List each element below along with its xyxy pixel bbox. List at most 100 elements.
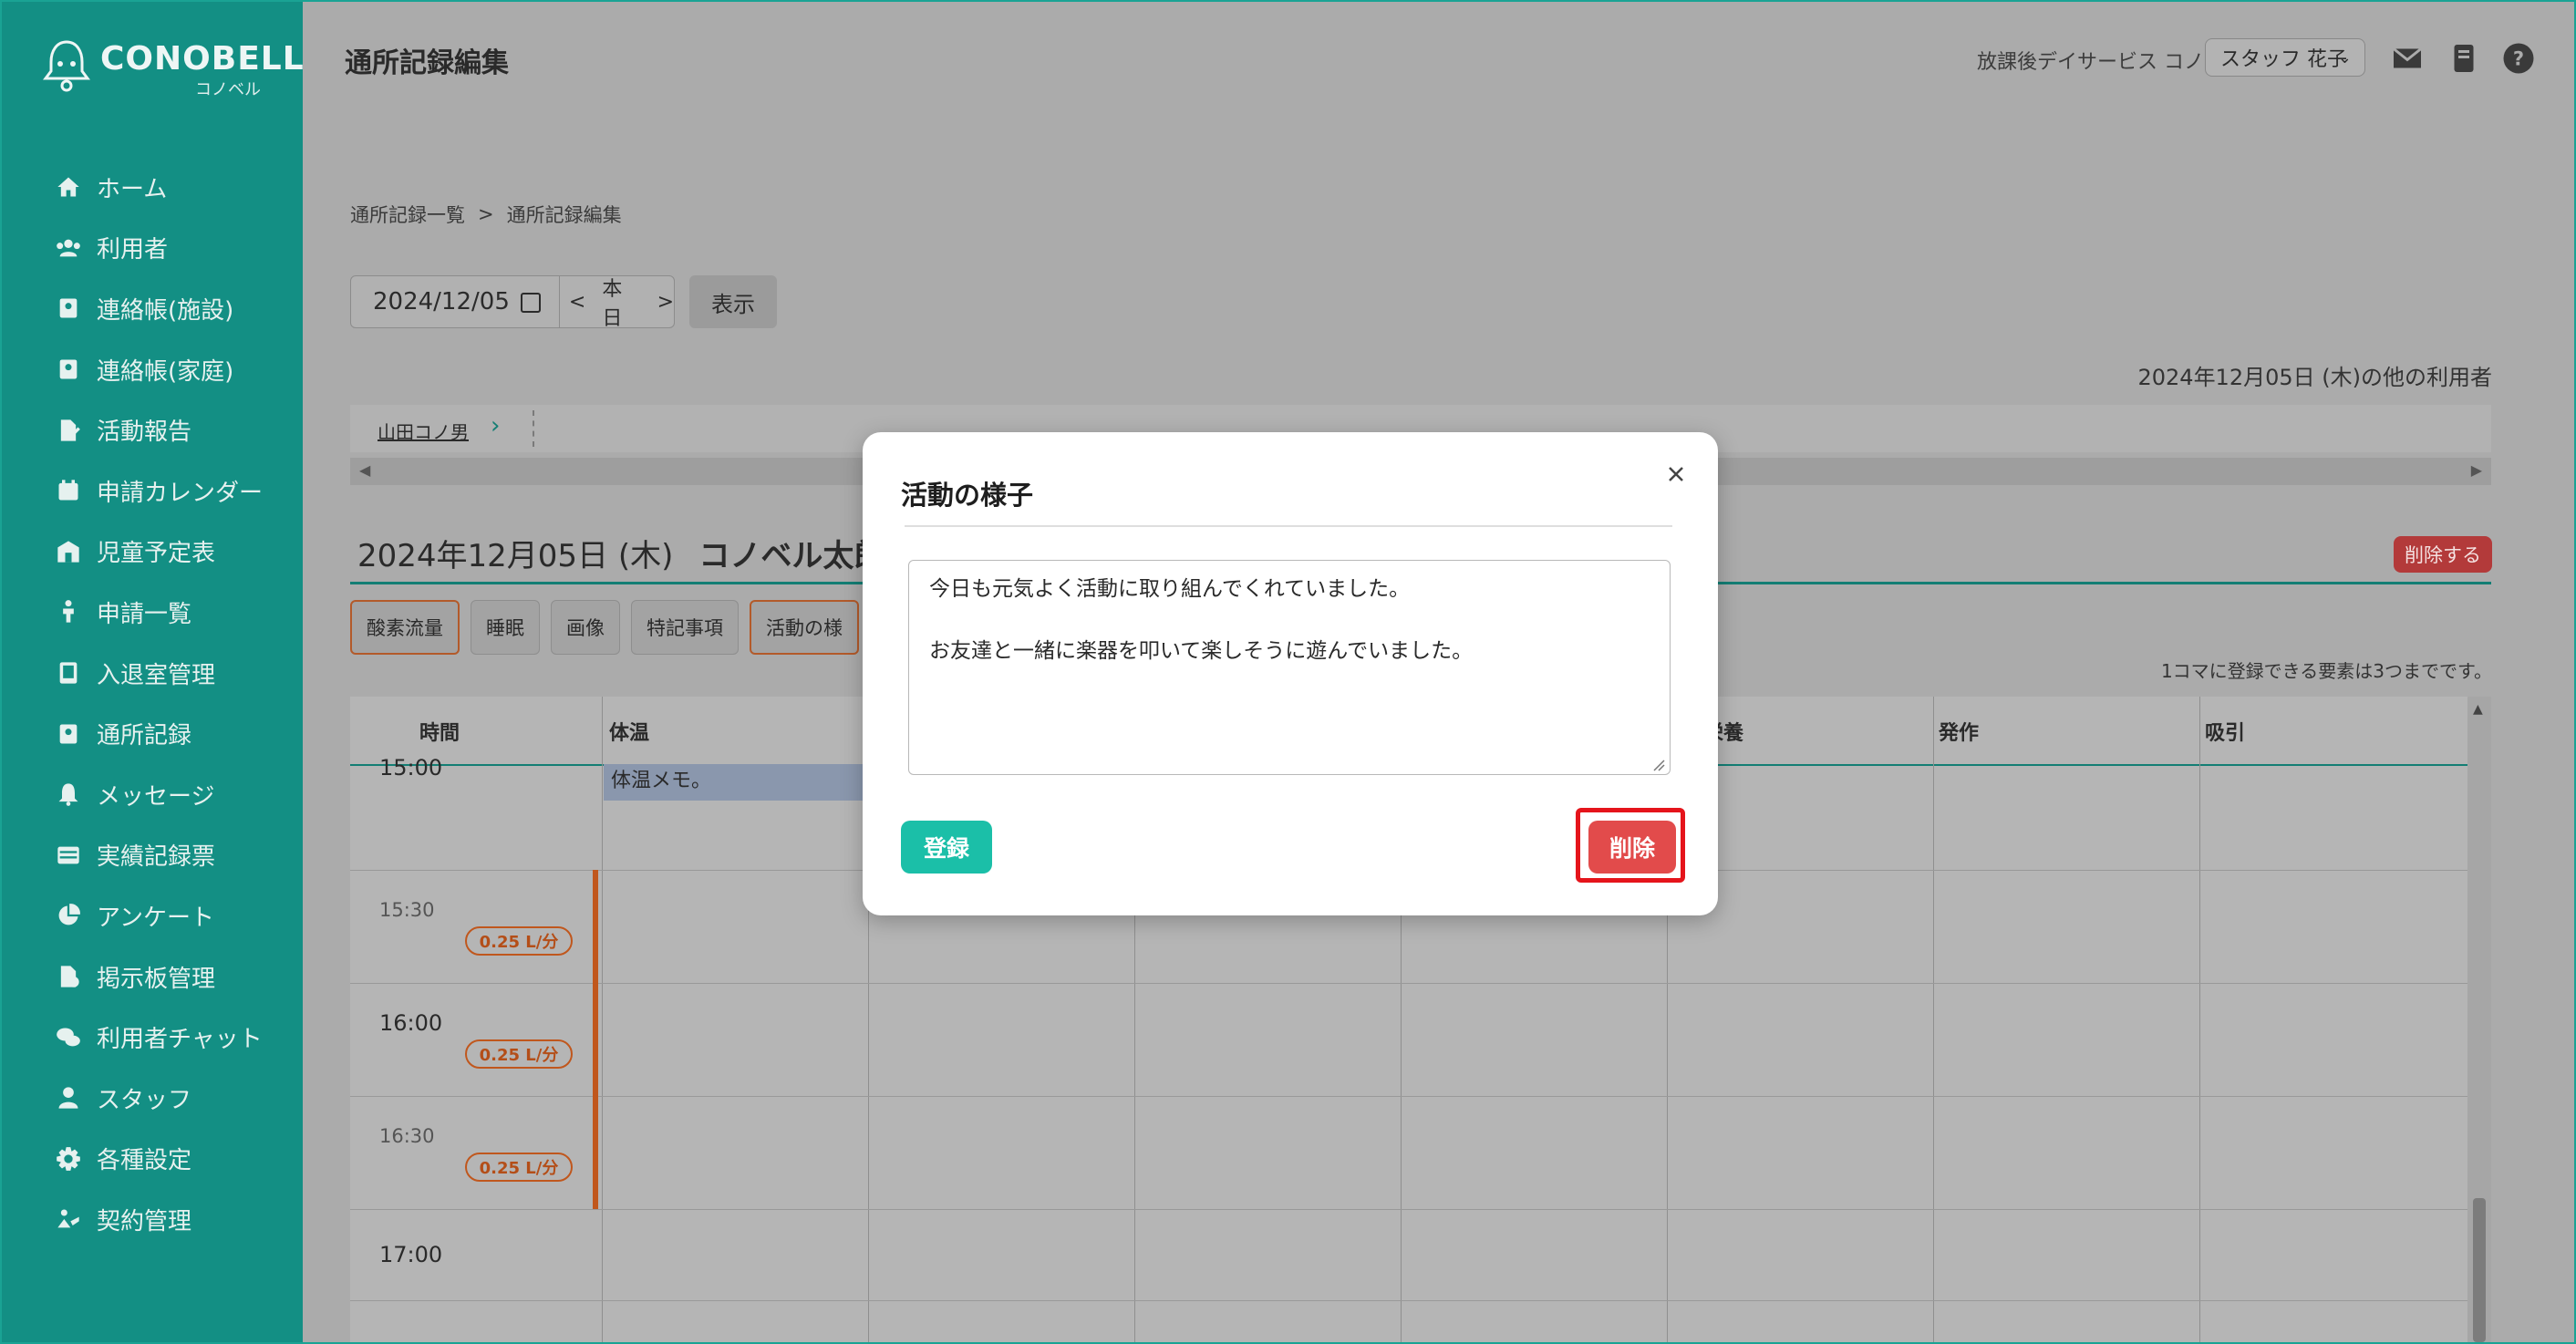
date-nav: < 本日 > [560,273,674,331]
schedule-icon [55,538,82,565]
sidebar-item-request-calendar[interactable]: 申請カレンダー [55,460,263,522]
sidebar-item-label: 通所記録 [97,722,192,750]
oxygen-flow-badge[interactable]: 0.25 L/分 [465,1153,573,1182]
show-button[interactable]: 表示 [689,275,777,328]
vertical-scrollbar[interactable]: ▲ [2467,697,2491,1342]
calendar-icon [55,477,82,504]
sidebar-item-performance-sheet[interactable]: 実績記録票 [55,825,263,886]
sidebar-item-entry-exit[interactable]: 入退室管理 [55,643,263,704]
tab-sleep[interactable]: 睡眠 [471,600,540,655]
sidebar-item-label: 児童予定表 [97,540,216,568]
pie-chart-icon [55,902,82,929]
date-value: 2024/12/05 [373,288,510,315]
sidebar-item-label: 掲示板管理 [97,965,216,993]
column-line [602,697,603,1342]
sidebar-item-request-list[interactable]: 申請一覧 [55,582,263,643]
scroll-right-icon[interactable]: ▶ [2471,461,2482,479]
sidebar: CONOBELL コノベル ホーム 利用者 連絡帳(施設) 連絡帳(家庭) 活動… [2,2,304,1342]
staff-select[interactable]: スタッフ 花子 ⌄ [2205,38,2365,77]
sidebar-item-label: 活動報告 [97,419,192,447]
help-icon[interactable]: ? [2502,42,2535,75]
row-line [350,1096,2467,1097]
calendar-icon[interactable] [520,293,541,313]
chevron-right-icon[interactable]: › [491,412,500,439]
activity-modal: 活動の様子 今日も元気よく活動に取り組んでくれていました。 お友達と一緒に楽器を… [863,432,1718,915]
sidebar-item-staff[interactable]: スタッフ [55,1068,263,1129]
prev-day-button[interactable]: < [569,291,585,314]
sidebar-item-bulletin-board[interactable]: 掲示板管理 [55,946,263,1008]
time-label: 17:00 [379,1242,443,1267]
sidebar-item-label: アンケート [97,904,214,932]
tab-image[interactable]: 画像 [551,600,620,655]
sidebar-item-activity-report[interactable]: 活動報告 [55,399,263,460]
sidebar-item-user-chat[interactable]: 利用者チャット [55,1007,263,1068]
breadcrumb-parent[interactable]: 通所記録一覧 [350,201,465,228]
brand-name: CONOBELL [100,40,305,78]
logo[interactable]: CONOBELL コノベル [40,35,304,99]
sidebar-item-label: 実績記録票 [97,843,216,872]
contact-book-icon [55,295,82,322]
row-line [350,983,2467,984]
item-tabs: 酸素流量 睡眠 画像 特記事項 活動の様 [350,600,859,655]
resize-handle-icon[interactable] [1652,759,1665,771]
sidebar-item-label: 連絡帳(施設) [97,296,234,325]
today-button[interactable]: 本日 [602,273,640,331]
oxygen-flow-badge[interactable]: 0.25 L/分 [465,926,573,956]
scroll-up-icon[interactable]: ▲ [2473,702,2483,717]
date-input[interactable]: 2024/12/05 [351,276,560,327]
bell-logo-icon [43,40,90,92]
chat-icon [55,1024,82,1051]
sidebar-item-label: 各種設定 [97,1147,192,1175]
board-icon [55,963,82,990]
record-user: コノベル太郎 [698,538,885,574]
tab-oxygen[interactable]: 酸素流量 [350,600,460,655]
sidebar-item-contact-home[interactable]: 連絡帳(家庭) [55,339,263,400]
brand-sub: コノベル [195,80,261,99]
row-line [350,1300,2467,1301]
sidebar-item-label: 利用者 [97,236,169,264]
delete-button[interactable]: 削除 [1588,821,1676,874]
register-button[interactable]: 登録 [901,821,992,874]
sidebar-item-home[interactable]: ホーム [55,157,263,218]
next-day-button[interactable]: > [657,291,674,314]
temperature-memo[interactable]: 体温メモ。 [604,764,864,801]
sidebar-item-settings[interactable]: 各種設定 [55,1129,263,1190]
oxygen-bar [593,983,598,1096]
sidebar-item-child-schedule[interactable]: 児童予定表 [55,522,263,583]
header-seizure: 発作 [1939,722,1980,745]
tab-special-notes[interactable]: 特記事項 [631,600,739,655]
sidebar-item-attendance-record[interactable]: 通所記録 [55,703,263,764]
sidebar-item-label: 入退室管理 [97,661,216,689]
sidebar-item-contact-facility[interactable]: 連絡帳(施設) [55,278,263,339]
home-icon [55,173,82,201]
delete-record-button[interactable]: 削除する [2394,536,2492,573]
activity-textarea[interactable]: 今日も元気よく活動に取り組んでくれていました。 お友達と一緒に楽器を叩いて楽しそ… [908,560,1671,775]
app-window: CONOBELL コノベル ホーム 利用者 連絡帳(施設) 連絡帳(家庭) 活動… [0,0,2576,1344]
other-user-link[interactable]: 山田コノ男 [378,418,469,444]
sidebar-item-message[interactable]: メッセージ [55,764,263,825]
sidebar-item-contract[interactable]: 契約管理 [55,1189,263,1250]
users-icon [55,234,82,262]
divider [533,410,534,447]
staff-icon [55,1084,82,1111]
oxygen-bar [593,1096,598,1209]
oxygen-flow-badge[interactable]: 0.25 L/分 [465,1039,573,1069]
sidebar-item-survey[interactable]: アンケート [55,885,263,946]
tab-activity[interactable]: 活動の様 [750,600,859,655]
sidebar-item-label: ホーム [97,175,168,203]
bell-icon [55,781,82,808]
scroll-thumb[interactable] [2473,1198,2486,1342]
header-temperature: 体温 [609,722,650,745]
modal-divider [905,525,1672,527]
contract-icon [55,1205,82,1233]
limit-note: 1コマに登録できる要素は3つまでです。 [2160,660,2492,682]
breadcrumb-current: 通所記録編集 [506,204,622,226]
close-icon[interactable] [1660,458,1692,491]
scroll-left-icon[interactable]: ◀ [359,461,370,479]
sidebar-item-users[interactable]: 利用者 [55,218,263,279]
sidebar-item-label: 申請一覧 [97,600,192,628]
contact-book-icon [55,356,82,383]
manual-book-icon[interactable] [2447,42,2480,75]
other-users-label: 2024年12月05日 (木)の他の利用者 [2137,365,2492,390]
mail-icon[interactable] [2391,42,2424,75]
